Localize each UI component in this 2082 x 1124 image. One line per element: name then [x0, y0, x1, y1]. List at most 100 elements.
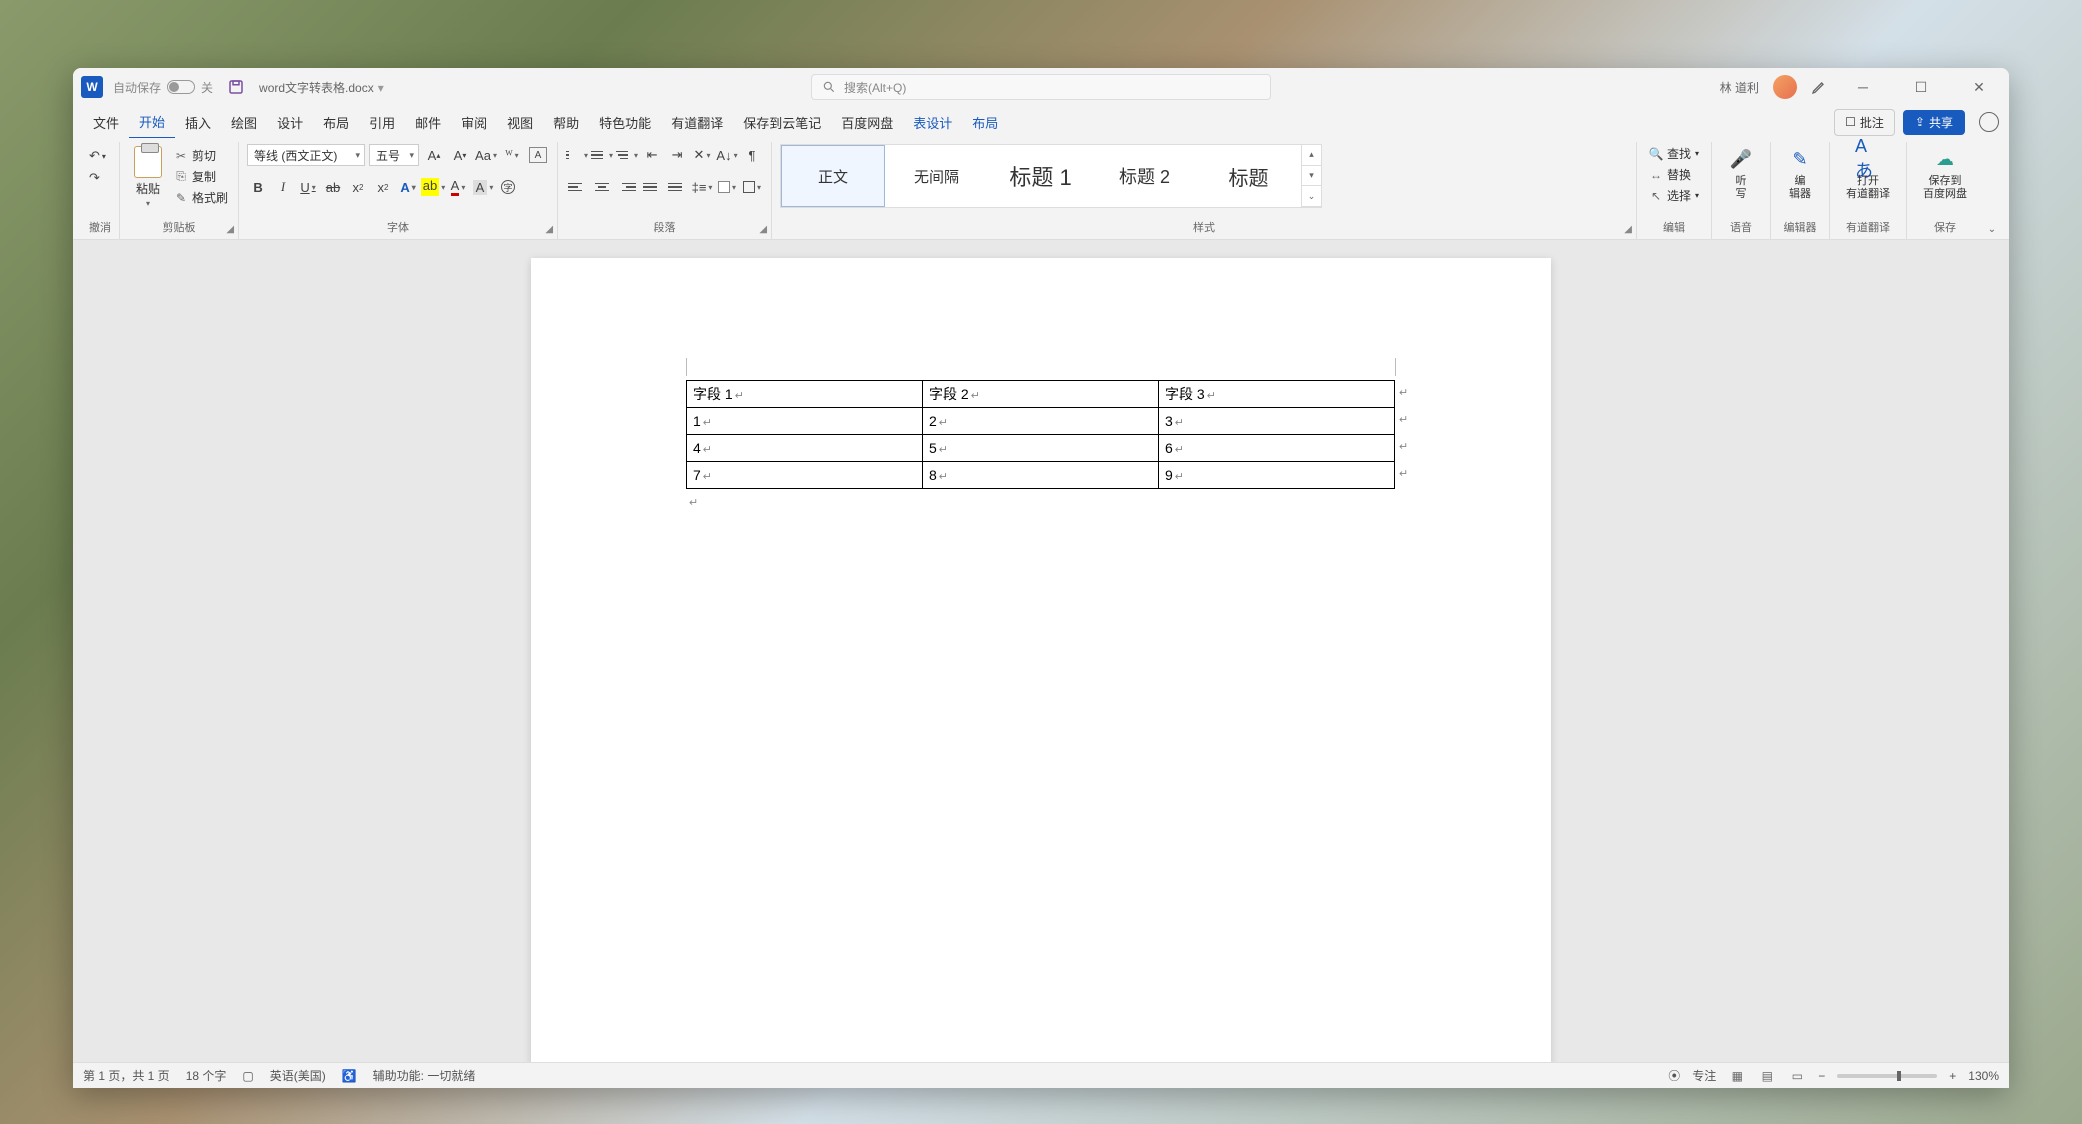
- document-filename[interactable]: word文字转表格.docx▾: [259, 79, 384, 96]
- share-button[interactable]: ⇪共享: [1903, 110, 1965, 135]
- menu-baidu[interactable]: 百度网盘: [831, 107, 903, 138]
- table-row[interactable]: 1↵ 2↵ 3↵: [687, 408, 1395, 435]
- table-cell[interactable]: 6↵: [1159, 435, 1395, 462]
- align-left-button[interactable]: [566, 176, 588, 198]
- table-cell[interactable]: 2↵: [923, 408, 1159, 435]
- zoom-slider[interactable]: [1837, 1074, 1937, 1078]
- styles-gallery[interactable]: 正文 无间隔 标题 1 标题 2 标题 ▴▾⌄: [780, 144, 1322, 208]
- replace-button[interactable]: ↔替换: [1645, 165, 1703, 184]
- undo-button[interactable]: ↶▾: [89, 148, 107, 164]
- table-row[interactable]: 字段 1↵ 字段 2↵ 字段 3↵: [687, 381, 1395, 408]
- zoom-in-button[interactable]: +: [1949, 1069, 1956, 1083]
- zoom-out-button[interactable]: −: [1818, 1069, 1825, 1083]
- table-cell[interactable]: 1↵: [687, 408, 923, 435]
- align-distributed-button[interactable]: [666, 176, 688, 198]
- menu-table-layout[interactable]: 布局: [962, 107, 1008, 138]
- status-lang[interactable]: 英语(美国): [270, 1067, 326, 1084]
- menu-mailings[interactable]: 邮件: [405, 107, 451, 138]
- style-normal[interactable]: 正文: [781, 145, 885, 207]
- font-size-select[interactable]: 五号: [369, 144, 419, 166]
- decrease-indent-button[interactable]: ⇤: [641, 144, 663, 166]
- highlight-button[interactable]: ab: [422, 176, 444, 198]
- table-cell[interactable]: 字段 3↵: [1159, 381, 1395, 408]
- menu-draw[interactable]: 绘图: [221, 107, 267, 138]
- translate-button[interactable]: Aあ打开有道翻译: [1838, 144, 1898, 203]
- change-case-button[interactable]: Aa: [475, 144, 497, 166]
- style-heading1[interactable]: 标题 1: [989, 145, 1093, 207]
- pen-icon[interactable]: [1811, 79, 1827, 95]
- clear-format-button[interactable]: A: [527, 144, 549, 166]
- editor-button[interactable]: ✎编辑器: [1779, 144, 1821, 203]
- select-button[interactable]: ↖选择▾: [1645, 186, 1703, 205]
- toggle-icon[interactable]: [167, 80, 195, 94]
- table-cell[interactable]: 7↵: [687, 462, 923, 489]
- paragraph-launcher-icon[interactable]: ◢: [759, 224, 767, 235]
- table-cell[interactable]: 字段 1↵: [687, 381, 923, 408]
- find-button[interactable]: 🔍查找▾: [1645, 144, 1703, 163]
- show-marks-button[interactable]: ¶: [741, 144, 763, 166]
- view-print-button[interactable]: ▤: [1758, 1068, 1776, 1084]
- save-icon[interactable]: [227, 78, 245, 96]
- status-focus[interactable]: 专注: [1692, 1067, 1716, 1084]
- style-nospacing[interactable]: 无间隔: [885, 145, 989, 207]
- font-color-button[interactable]: A: [447, 176, 469, 198]
- avatar[interactable]: [1773, 75, 1797, 99]
- menu-cloudnote[interactable]: 保存到云笔记: [733, 107, 831, 138]
- document-table[interactable]: 字段 1↵ 字段 2↵ 字段 3↵ 1↵ 2↵ 3↵ 4↵ 5↵ 6↵ 7↵ 8…: [686, 380, 1395, 489]
- table-cell[interactable]: 9↵: [1159, 462, 1395, 489]
- view-web-button[interactable]: ▭: [1788, 1068, 1806, 1084]
- status-page[interactable]: 第 1 页，共 1 页: [83, 1067, 170, 1084]
- shading-button[interactable]: [716, 176, 738, 198]
- bold-button[interactable]: B: [247, 176, 269, 198]
- font-name-select[interactable]: 等线 (西文正文): [247, 144, 365, 166]
- enclose-char-button[interactable]: 字: [497, 176, 519, 198]
- table-row[interactable]: 4↵ 5↵ 6↵: [687, 435, 1395, 462]
- text-effects-button[interactable]: A: [397, 176, 419, 198]
- autosave-toggle[interactable]: 自动保存 关: [113, 79, 213, 96]
- numbering-button[interactable]: [591, 144, 613, 166]
- menu-layout[interactable]: 布局: [313, 107, 359, 138]
- line-spacing-button[interactable]: ‡≡: [691, 176, 713, 198]
- menu-view[interactable]: 视图: [497, 107, 543, 138]
- sort-button[interactable]: A↓: [716, 144, 738, 166]
- menu-features[interactable]: 特色功能: [589, 107, 661, 138]
- menu-translate[interactable]: 有道翻译: [661, 107, 733, 138]
- styles-scroll[interactable]: ▴▾⌄: [1301, 145, 1321, 207]
- italic-button[interactable]: I: [272, 176, 294, 198]
- clipboard-launcher-icon[interactable]: ◢: [226, 224, 234, 235]
- subscript-button[interactable]: x2: [347, 176, 369, 198]
- underline-button[interactable]: U: [297, 176, 319, 198]
- bullets-button[interactable]: [566, 144, 588, 166]
- paste-button[interactable]: 粘贴 ▾: [128, 144, 168, 210]
- status-words[interactable]: 18 个字: [186, 1067, 227, 1084]
- zoom-level[interactable]: 130%: [1968, 1069, 1999, 1083]
- font-launcher-icon[interactable]: ◢: [545, 224, 553, 235]
- table-cell[interactable]: 4↵: [687, 435, 923, 462]
- document-area[interactable]: 字段 1↵ 字段 2↵ 字段 3↵ 1↵ 2↵ 3↵ 4↵ 5↵ 6↵ 7↵ 8…: [73, 240, 2009, 1062]
- table-cell[interactable]: 3↵: [1159, 408, 1395, 435]
- table-row[interactable]: 7↵ 8↵ 9↵: [687, 462, 1395, 489]
- comments-button[interactable]: ☐批注: [1834, 109, 1895, 136]
- table-cell[interactable]: 字段 2↵: [923, 381, 1159, 408]
- username[interactable]: 林 道利: [1720, 79, 1759, 96]
- view-read-button[interactable]: ▦: [1728, 1068, 1746, 1084]
- menu-home[interactable]: 开始: [129, 106, 175, 139]
- ribbon-collapse-button[interactable]: ⌄: [1983, 142, 2001, 239]
- increase-indent-button[interactable]: ⇥: [666, 144, 688, 166]
- menu-file[interactable]: 文件: [83, 107, 129, 138]
- copy-button[interactable]: ⎘复制: [172, 167, 230, 186]
- shrink-font-button[interactable]: A▾: [449, 144, 471, 166]
- format-painter-button[interactable]: ✎格式刷: [172, 188, 230, 207]
- menu-table-design[interactable]: 表设计: [903, 107, 962, 138]
- borders-button[interactable]: [741, 176, 763, 198]
- minimize-button[interactable]: ─: [1841, 72, 1885, 102]
- redo-button[interactable]: ↷: [89, 170, 107, 186]
- menu-review[interactable]: 审阅: [451, 107, 497, 138]
- menu-help[interactable]: 帮助: [543, 107, 589, 138]
- style-heading2[interactable]: 标题 2: [1093, 145, 1197, 207]
- asian-layout-button[interactable]: ✕: [691, 144, 713, 166]
- superscript-button[interactable]: x2: [372, 176, 394, 198]
- feedback-icon[interactable]: [1979, 112, 1999, 132]
- align-right-button[interactable]: [616, 176, 638, 198]
- style-title[interactable]: 标题: [1197, 145, 1301, 207]
